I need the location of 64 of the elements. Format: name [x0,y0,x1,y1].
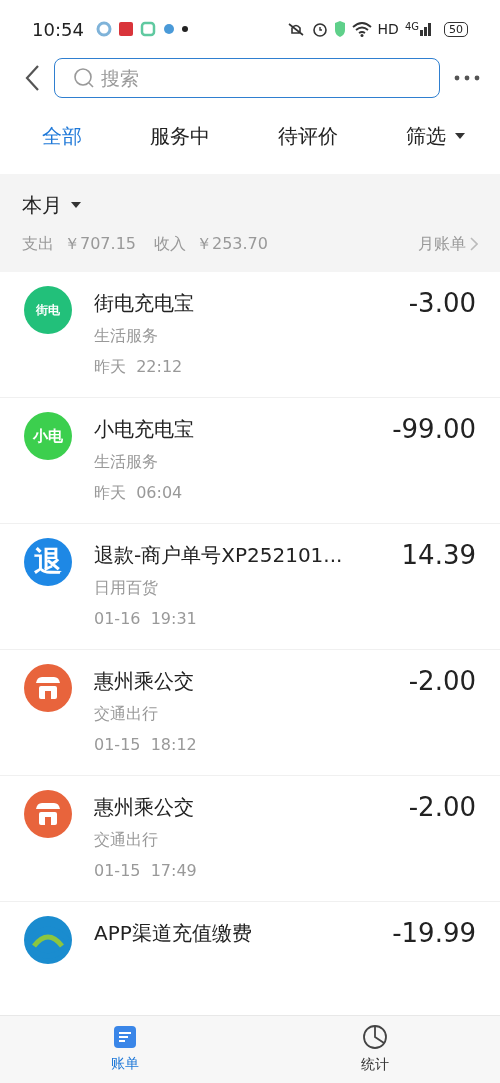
shield-icon [333,21,346,37]
merchant-logo: 街电 [24,286,72,334]
caret-icon [70,201,82,209]
transaction-time: 昨天 06:04 [94,482,184,504]
expense-label: 支出 [22,233,54,255]
status-time: 10:54 [32,17,84,42]
transaction-time: 01-15 18:12 [94,734,198,756]
app-icon [139,21,156,37]
transaction-category: 交通出行 [94,829,159,851]
nav-tab[interactable]: 账单 [0,1016,250,1083]
expense-amount: ￥707.15 [64,233,136,255]
transaction-row[interactable]: 惠州乘公交 交通出行 01-15 18:12 -2.00 [0,650,500,776]
search-input[interactable]: 搜索 [101,63,421,93]
transaction-amount: -2.00 [408,665,476,698]
transaction-category: 交通出行 [94,703,159,725]
transaction-amount: -19.99 [392,917,476,950]
signal-icon [420,22,432,36]
transaction-time: 01-15 17:49 [94,860,198,882]
transaction-category: 日用百货 [94,577,159,599]
transaction-title: 街电充电宝 [94,290,195,317]
transaction-row[interactable]: 小电 小电充电宝 生活服务 昨天 06:04 -99.00 [0,398,500,524]
tab[interactable]: 全部 [42,121,82,151]
app-icon [95,21,112,37]
period-dropdown[interactable]: 本月 [22,190,82,220]
cell-label: 4G [404,22,419,32]
tab[interactable]: 服务中 [150,121,210,151]
transaction-time: 昨天 22:12 [94,356,184,378]
transaction-amount: -3.00 [408,287,476,320]
tab[interactable]: 待评价 [278,121,338,151]
search-field[interactable]: 搜索 [54,58,440,98]
alarm-icon [311,21,328,37]
bill-icon [113,1025,137,1049]
transaction-category: 生活服务 [94,451,159,473]
transaction-amount: -2.00 [408,791,476,824]
transaction-row[interactable]: 退 退款-商户单号XP252101... 日用百货 01-16 19:31 14.39 [0,524,500,650]
income-label: 收入 [154,233,186,255]
transaction-row[interactable]: 街电 街电充电宝 生活服务 昨天 22:12 -3.00 [0,272,500,398]
merchant-logo: 退 [24,538,72,586]
network-label: HD [377,19,399,39]
transaction-time: 01-16 19:31 [94,608,198,630]
pie-chart-icon [362,1024,388,1050]
transaction-title: 小电充电宝 [94,416,195,443]
tab[interactable]: 筛选 [406,121,466,151]
app-icon [161,22,176,36]
income-amount: ￥253.70 [196,233,268,255]
nav-tab[interactable]: 统计 [250,1016,500,1083]
transaction-amount: 14.39 [401,539,476,572]
transaction-row[interactable]: 惠州乘公交 交通出行 01-15 17:49 -2.00 [0,776,500,902]
transaction-amount: -99.00 [392,413,476,446]
back-icon[interactable] [24,64,40,92]
merchant-logo: 小电 [24,412,72,460]
transaction-category: 生活服务 [94,325,159,347]
caret-icon [454,132,466,140]
search-icon [73,67,95,89]
dot-icon [181,26,188,32]
more-icon[interactable] [454,75,480,81]
transaction-title: 惠州乘公交 [94,668,195,695]
chevron-icon [470,237,478,251]
transaction-title: 惠州乘公交 [94,794,195,821]
transaction-title: APP渠道充值缴费 [94,920,253,947]
wifi-icon [351,21,372,37]
transaction-title: 退款-商户单号XP252101... [94,542,344,569]
battery-indicator: 50 [444,21,468,37]
app-icon [117,21,134,37]
